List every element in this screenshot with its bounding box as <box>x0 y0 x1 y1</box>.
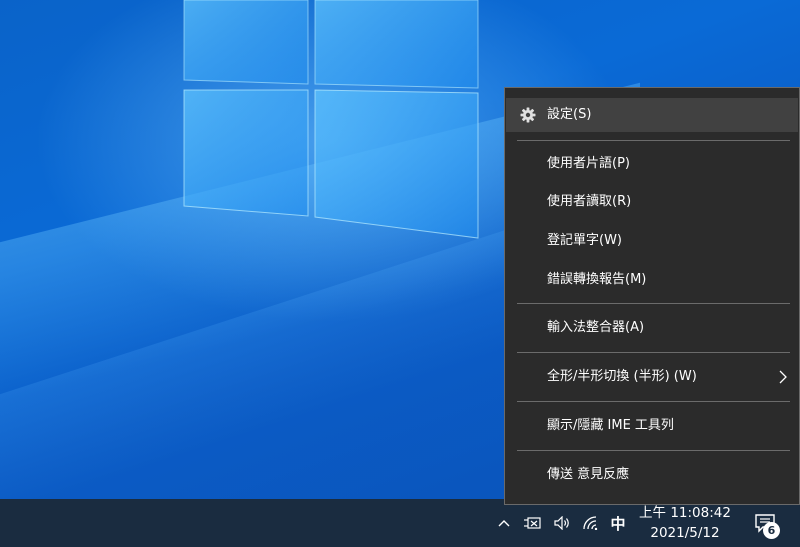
menu-separator <box>517 140 790 141</box>
notification-count-badge: 6 <box>763 522 780 539</box>
menu-item-ime-integrator[interactable]: 輸入法整合器(A) <box>506 311 798 345</box>
menu-separator <box>517 352 790 353</box>
ime-context-menu: 設定(S) 使用者片語(P) 使用者讀取(R) 登記單字(W) 錯誤轉換報告(M… <box>504 87 800 505</box>
speaker-icon <box>554 516 569 530</box>
network-button[interactable] <box>520 499 546 547</box>
wifi-button[interactable] <box>580 499 602 547</box>
show-hidden-icons-button[interactable] <box>494 499 514 547</box>
menu-item-report-error[interactable]: 錯誤轉換報告(M) <box>506 263 798 297</box>
menu-separator <box>517 303 790 304</box>
volume-button[interactable] <box>551 499 573 547</box>
ime-mode-label: 中 <box>610 514 626 533</box>
menu-item-send-feedback[interactable]: 傳送 意見反應 <box>506 458 798 492</box>
ime-mode-indicator[interactable]: 中 <box>606 499 630 547</box>
wifi-icon <box>583 516 598 530</box>
ethernet-disconnected-icon <box>524 517 541 529</box>
menu-separator <box>517 450 790 451</box>
menu-item-full-half-toggle-label: 全形/半形切換 (半形) (W) <box>547 369 697 384</box>
menu-item-user-read[interactable]: 使用者讀取(R) <box>506 185 798 219</box>
gear-icon <box>520 107 536 123</box>
menu-item-register-word[interactable]: 登記單字(W) <box>506 224 798 258</box>
clock-date: 2021/5/12 <box>650 525 720 541</box>
menu-item-full-half-toggle[interactable]: 全形/半形切換 (半形) (W) <box>506 360 798 394</box>
clock-time: 上午 11:08:42 <box>639 505 731 521</box>
chevron-right-icon <box>779 370 787 384</box>
menu-item-user-phrases[interactable]: 使用者片語(P) <box>506 147 798 181</box>
taskbar-clock[interactable]: 上午 11:08:42 2021/5/12 <box>636 500 734 546</box>
menu-item-settings-label: 設定(S) <box>547 107 592 122</box>
menu-item-settings[interactable]: 設定(S) <box>506 98 798 132</box>
menu-separator <box>517 401 790 402</box>
menu-item-show-hide-toolbar[interactable]: 顯示/隱藏 IME 工具列 <box>506 409 798 443</box>
chevron-up-icon <box>498 520 510 527</box>
